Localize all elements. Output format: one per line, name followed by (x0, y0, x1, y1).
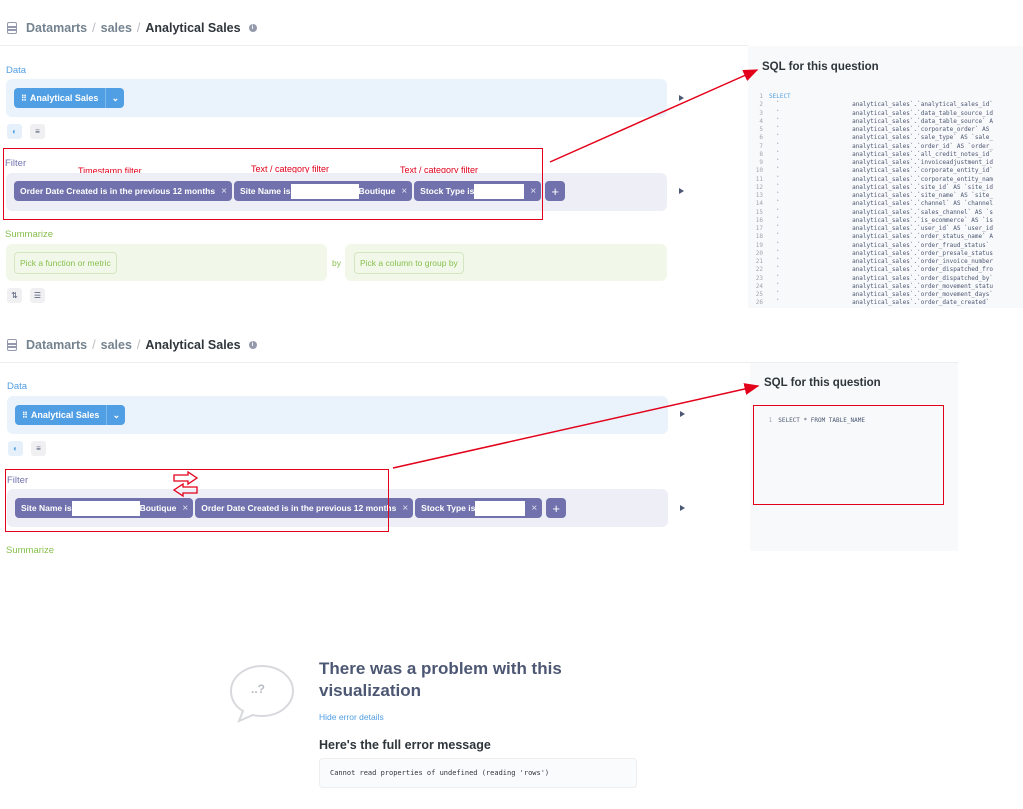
sql-line: 25 ` analytical_sales`.`order_movement_d… (755, 291, 993, 298)
sql-line: 12 ` analytical_sales`.`site_id` AS `sit… (755, 183, 993, 191)
breadcrumb-schema[interactable]: sales (101, 338, 132, 352)
sql-line: 16 ` analytical_sales`.`is_ecommerce` AS… (755, 216, 993, 224)
annotation-box (3, 148, 543, 220)
preview-filter-icon[interactable] (679, 188, 684, 194)
sql-line: 24 ` analytical_sales`.`order_movement_s… (755, 282, 993, 290)
grid-icon: ⠿ (22, 410, 28, 420)
page-title: Analytical Sales (145, 338, 241, 352)
pick-group-button[interactable]: Pick a column to group by (354, 252, 464, 274)
swap-arrows-annotation (172, 470, 199, 498)
sql-line: 5 ` analytical_sales`.`corporate_order` … (759, 126, 990, 133)
redacted-value (475, 500, 526, 516)
data-section-label: Data (6, 65, 27, 76)
sql-line: 23 ` analytical_sales`.`order_dispatched… (755, 274, 993, 282)
toggle-columns-icon[interactable]: ◐ (7, 124, 22, 139)
preview-data-icon[interactable] (679, 95, 684, 101)
sql-line: 26 ` analytical_sales`.`order_date_creat… (755, 299, 990, 306)
page-title: Analytical Sales (145, 21, 241, 35)
sql-panel-title: SQL for this question (762, 61, 879, 73)
preview-data-icon[interactable] (680, 411, 685, 417)
sql-line: 22 ` analytical_sales`.`order_dispatched… (755, 266, 993, 274)
grid-icon: ⠿ (21, 93, 27, 103)
sql-line: 1 SELECT (759, 93, 791, 100)
add-column-icon[interactable]: ≡ (30, 124, 45, 139)
chevron-down-icon[interactable]: ⌄ (106, 405, 125, 425)
database-icon (7, 339, 17, 351)
sql-line: 8 ` analytical_sales`.`all_credit_notes_… (759, 150, 993, 158)
error-title: There was a problem with this visualizat… (319, 659, 562, 700)
arrow-right-icon (173, 470, 199, 486)
error-subtitle: Here's the full error message (319, 738, 491, 752)
breadcrumb: Datamarts / sales / Analytical Sales i (7, 338, 257, 352)
info-icon[interactable]: i (248, 24, 257, 32)
chevron-down-icon[interactable]: ⌄ (105, 88, 124, 108)
sql-line: 10 ` analytical_sales`.`corporate_entity… (755, 167, 993, 175)
add-filter-button[interactable]: + (546, 498, 567, 518)
data-section-label: Data (7, 381, 28, 392)
sql-line: 3 ` analytical_sales`.`data_table_source… (759, 109, 993, 117)
sql-line: 21 ` analytical_sales`.`order_invoice_nu… (755, 258, 993, 265)
sql-panel-title: SQL for this question (764, 377, 881, 389)
annotation-box (753, 405, 944, 505)
filter-pill-stock-type[interactable]: Stock Type is × (415, 498, 543, 518)
breadcrumb-schema[interactable]: sales (101, 21, 132, 35)
error-message-box: Cannot read properties of undefined (rea… (319, 758, 637, 788)
header-divider (0, 45, 748, 46)
hide-error-details-link[interactable]: Hide error details (319, 712, 384, 722)
sql-line: 9 ` analytical_sales`.`invoiceadjustment… (759, 159, 993, 166)
summarize-section-label: Summarize (6, 545, 55, 553)
sql-line: 14 ` analytical_sales`.`channel` AS `cha… (755, 200, 993, 208)
arrow-left-icon (172, 482, 198, 498)
add-column-icon[interactable]: ≡ (31, 441, 46, 456)
summarize-section-label: Summarize (5, 229, 54, 240)
breadcrumb-database[interactable]: Datamarts (26, 21, 87, 35)
sql-line: 15 ` analytical_sales`.`sales_channel` A… (755, 208, 993, 216)
sql-line: 20 ` analytical_sales`.`order_presale_st… (755, 249, 993, 257)
sql-line: 19 ` analytical_sales`.`order_fraud_stat… (755, 241, 990, 249)
breadcrumb-database[interactable]: Datamarts (26, 338, 87, 352)
breadcrumb: Datamarts / sales / Analytical Sales i (7, 21, 257, 35)
sql-line: 11 ` analytical_sales`.`corporate_entity… (755, 175, 993, 183)
limit-icon[interactable]: ☰ (30, 288, 45, 303)
preview-filter-icon[interactable] (680, 505, 685, 511)
toggle-columns-icon[interactable]: ◐ (8, 441, 23, 456)
close-icon[interactable]: × (531, 503, 537, 514)
pick-metric-button[interactable]: Pick a function or metric (14, 252, 117, 274)
by-label: by (332, 258, 341, 268)
sql-line: 2 ` analytical_sales`.`analytical_sales_… (759, 101, 993, 109)
info-icon[interactable]: i (248, 341, 257, 349)
data-source-pill[interactable]: ⠿ Analytical Sales ⌄ (14, 88, 125, 108)
close-icon[interactable]: × (402, 503, 408, 514)
sql-line: 13 ` analytical_sales`.`site_name` AS `s… (755, 192, 993, 199)
data-source-pill[interactable]: ⠿ Analytical Sales ⌄ (15, 405, 126, 425)
add-filter-button[interactable]: + (545, 181, 566, 201)
sql-line: 18 ` analytical_sales`.`order_status_nam… (755, 233, 993, 241)
sql-line: 6 ` analytical_sales`.`sale_type` AS `sa… (759, 134, 993, 142)
database-icon (7, 22, 17, 34)
sql-line: 4 ` analytical_sales`.`data_table_source… (759, 117, 993, 125)
sql-line: 7 ` analytical_sales`.`order_id` AS `ord… (759, 142, 993, 150)
error-illustration: ..? (229, 662, 295, 724)
error-message: Cannot read properties of undefined (rea… (330, 769, 550, 777)
sort-icon[interactable]: ⇅ (7, 288, 22, 303)
sql-code[interactable]: 1 SELECT 2 ` analytical_sales`.`analytical… (749, 93, 1023, 306)
sql-line: 17 ` analytical_sales`.`user_id` AS `use… (755, 225, 993, 232)
